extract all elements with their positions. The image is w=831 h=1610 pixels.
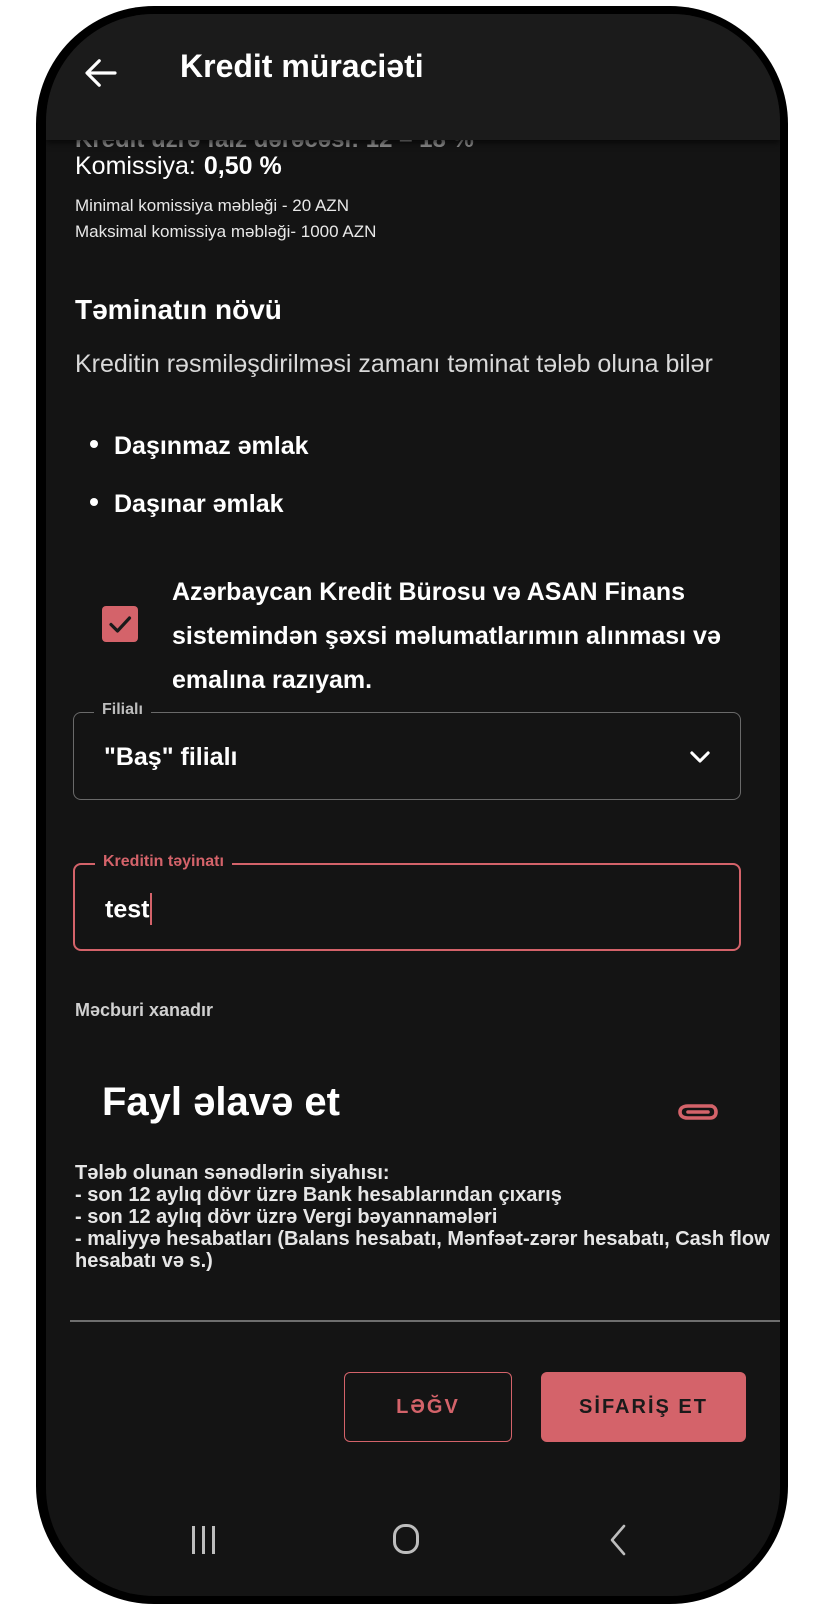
home-icon[interactable] <box>393 1524 419 1554</box>
branch-label: Filialı <box>94 701 151 719</box>
commission-value: 0,50 % <box>203 152 282 180</box>
collateral-description: Kreditin rəsmiləşdirilməsi zamanı təmina… <box>75 350 713 378</box>
branch-value: "Baş" filialı <box>104 743 238 771</box>
page-title: Kredit müraciəti <box>180 48 424 84</box>
branch-select[interactable]: Filialı "Baş" filialı <box>73 701 741 800</box>
system-nav-bar <box>46 1468 780 1596</box>
divider <box>70 1320 780 1322</box>
max-commission-text: Maksimal komissiya məbləği- 1000 AZN <box>75 222 377 241</box>
docs-line: - son 12 aylıq dövr üzrə Bank hesabların… <box>75 1184 562 1206</box>
docs-line: - maliyyə hesabatları (Balans hesabatı, … <box>75 1228 770 1272</box>
purpose-input[interactable]: Kreditin təyinatı test <box>73 853 741 951</box>
collateral-item: Daşınmaz əmlak <box>90 432 309 461</box>
bullet-dot <box>90 440 98 449</box>
purpose-value-text: test <box>105 895 150 924</box>
app-screen: Kredit üzrə faiz dərəcəsi: 12 – 18 % Kre… <box>46 14 780 1596</box>
purpose-value: test <box>105 893 153 927</box>
text-cursor <box>150 893 153 925</box>
collateral-heading: Təminatın növü <box>75 294 282 325</box>
paperclip-icon[interactable] <box>672 1090 720 1130</box>
required-helper-text: Məcburi xanadır <box>75 1000 214 1020</box>
commission-row: Komissiya: 0,50 % <box>75 152 282 181</box>
collateral-item-label: Daşınmaz əmlak <box>114 432 309 460</box>
bullet-dot <box>90 498 98 507</box>
consent-checkbox[interactable] <box>102 606 138 642</box>
recent-apps-icon[interactable] <box>192 1526 222 1559</box>
consent-text[interactable]: Azərbaycan Kredit Bürosu və ASAN Finans … <box>172 570 772 702</box>
commission-label: Komissiya: <box>75 152 196 180</box>
chevron-down-icon <box>690 751 710 763</box>
purpose-label: Kreditin təyinatı <box>95 853 232 871</box>
collateral-item-label: Daşınar əmlak <box>114 490 284 518</box>
collateral-item: Daşınar əmlak <box>90 490 284 519</box>
min-commission-text: Minimal komissiya məbləği - 20 AZN <box>75 196 349 215</box>
checkmark-icon <box>109 616 132 633</box>
order-button[interactable]: SİFARİŞ ET <box>541 1372 746 1442</box>
docs-line: Tələb olunan sənədlərin siyahısı: <box>75 1162 390 1184</box>
chevron-left-icon[interactable] <box>606 1522 630 1558</box>
attach-file-heading: Fayl əlavə et <box>102 1080 340 1124</box>
docs-line: - son 12 aylıq dövr üzrə Vergi bəyannamə… <box>75 1206 498 1228</box>
cancel-button[interactable]: LƏĞV <box>344 1372 512 1442</box>
arrow-left-icon[interactable] <box>80 52 122 94</box>
required-docs-list: Tələb olunan sənədlərin siyahısı: - son … <box>75 1162 775 1272</box>
app-bar: Kredit müraciəti <box>46 14 780 140</box>
